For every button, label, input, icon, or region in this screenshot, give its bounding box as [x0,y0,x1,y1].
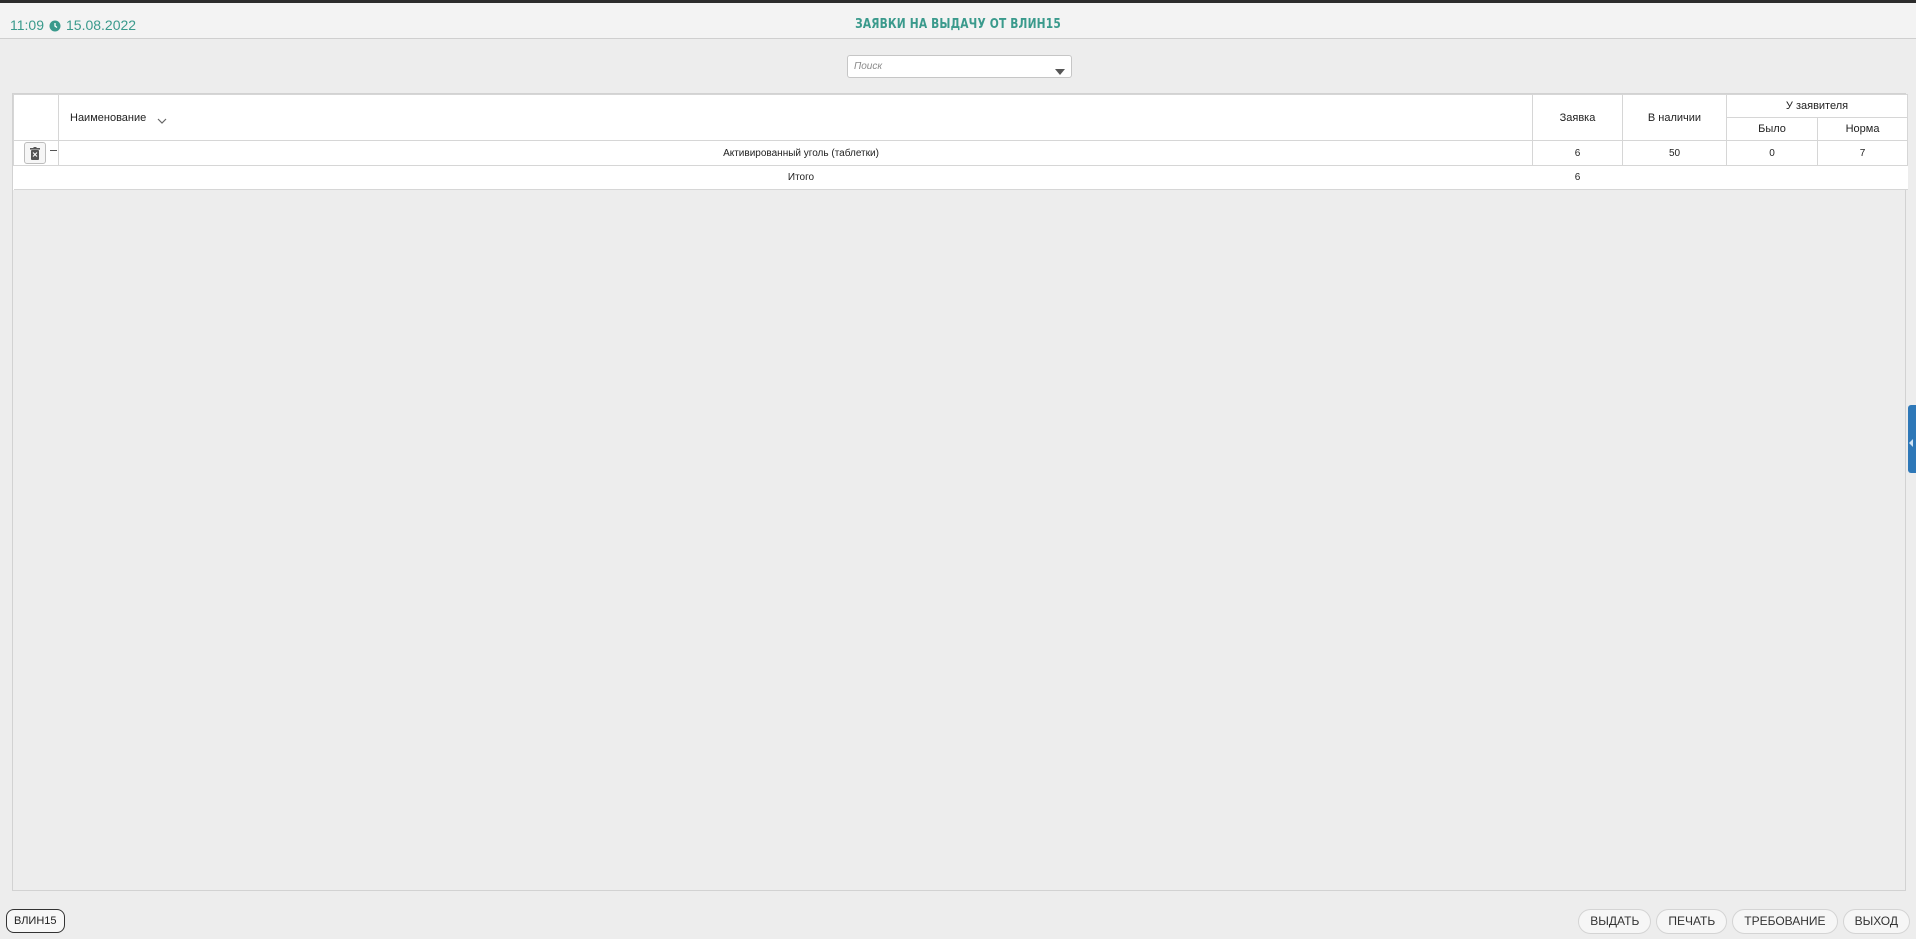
total-label: Итого [58,165,1533,190]
column-group-applicant: У заявителя [1725,94,1909,118]
search-box[interactable] [847,55,1072,78]
clock-icon [49,19,61,32]
delete-icon [30,146,40,160]
column-header-was[interactable]: Было [1726,117,1818,141]
total-empty-cell [13,165,59,190]
total-empty-cell [1726,165,1818,190]
page-title: ЗАЯВКИ НА ВЫДАЧУ ОТ ВЛИН15 [855,17,1061,32]
grid-area: Наименование Заявка В наличии У заявител… [12,93,1909,891]
time-text: 11:09 [10,17,44,33]
print-button[interactable]: ПЕЧАТЬ [1656,909,1728,934]
cell-was: 0 [1726,140,1818,166]
total-row: Итого 6 [13,165,1908,190]
issue-button[interactable]: ВЫДАТЬ [1578,909,1652,934]
user-chip[interactable]: ВЛИН15 [6,909,65,933]
requirement-button[interactable]: ТРЕБОВАНИЕ [1732,909,1838,934]
requests-table: Наименование Заявка В наличии У заявител… [13,94,1909,190]
dropdown-caret-icon[interactable] [1055,63,1065,75]
search-input[interactable] [854,56,1044,77]
datetime: 11:09 15.08.2022 [10,17,136,33]
total-empty-cell [1622,165,1727,190]
header-action-cell [13,94,59,141]
header: 11:09 15.08.2022 ЗАЯВКИ НА ВЫДАЧУ ОТ ВЛИ… [0,3,1916,39]
column-header-in-stock[interactable]: В наличии [1622,94,1727,141]
row-marker [50,150,57,151]
column-header-request[interactable]: Заявка [1532,94,1623,141]
total-empty-cell [1817,165,1908,190]
delete-row-button[interactable] [24,142,46,164]
cell-name: Активированный уголь (таблетки) [58,140,1533,166]
column-name-label: Наименование [70,111,147,124]
cell-norm: 7 [1816,140,1909,166]
table-row[interactable]: Активированный уголь (таблетки) 6 50 0 7 [13,140,1909,166]
column-header-name[interactable]: Наименование [58,94,1533,141]
cell-in-stock: 50 [1622,140,1727,166]
footer: ВЛИН15 ВЫДАТЬ ПЕЧАТЬ ТРЕБОВАНИЕ ВЫХОД [0,903,1916,939]
column-header-norm[interactable]: Норма [1816,117,1909,141]
footer-actions: ВЫДАТЬ ПЕЧАТЬ ТРЕБОВАНИЕ ВЫХОД [1578,909,1910,934]
total-request: 6 [1532,165,1623,190]
date-text: 15.08.2022 [66,17,137,33]
side-panel-arrow-icon [1909,434,1914,447]
cell-request: 6 [1532,140,1623,166]
row-action-cell [13,140,59,166]
exit-button[interactable]: ВЫХОД [1842,909,1910,934]
sort-icon[interactable] [157,115,167,124]
side-panel-toggle[interactable] [1908,405,1916,473]
